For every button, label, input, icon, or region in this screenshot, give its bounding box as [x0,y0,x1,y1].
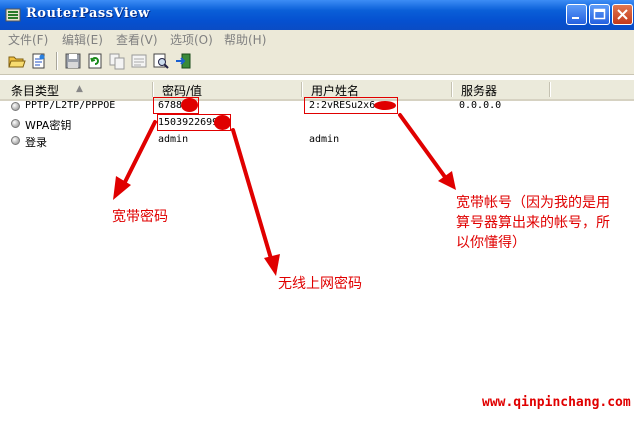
annotation-broadband-account: 算号器算出来的帐号，所 [456,215,610,231]
annotation-broadband-password: 宽带密码 [112,209,168,225]
arrow-shaft [398,113,447,179]
watermark: www.qinpinchang.com [482,395,631,410]
annotation-wireless-password: 无线上网密码 [278,276,362,292]
arrow-shaft [231,128,274,264]
annotation-broadband-account: 宽带帐号（因为我的是用 [456,195,610,211]
arrow-shaft [121,120,157,188]
annotation-broadband-account: 以你懂得） [456,235,526,251]
